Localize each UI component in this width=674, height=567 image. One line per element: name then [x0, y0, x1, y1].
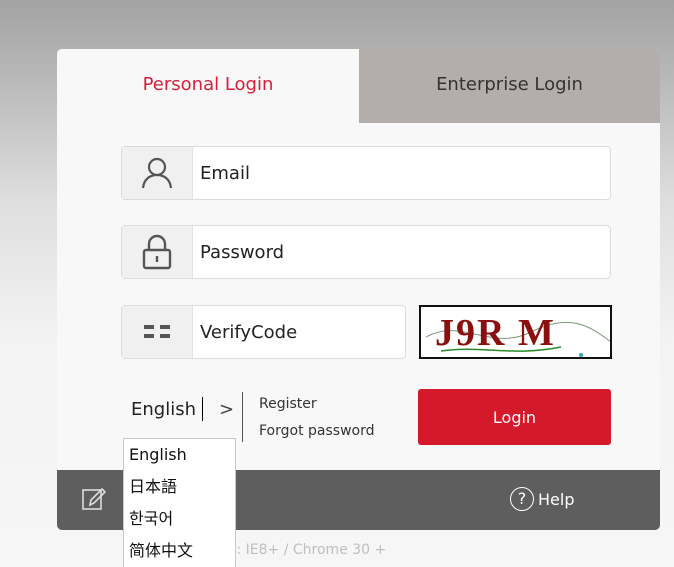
divider — [242, 392, 243, 442]
language-option[interactable]: 한국어 — [124, 503, 235, 535]
forgot-password-link[interactable]: Forgot password — [259, 423, 375, 439]
email-placeholder: Email — [200, 163, 250, 184]
captcha-image[interactable]: J9R M — [419, 305, 612, 359]
language-option[interactable]: 日本語 — [124, 471, 235, 503]
language-dropdown: English 日本語 한국어 简体中文 — [123, 438, 236, 567]
chevron-right-icon[interactable]: > — [219, 399, 234, 420]
edit-icon[interactable] — [81, 486, 107, 516]
tab-personal-login[interactable]: Personal Login — [57, 49, 359, 123]
register-link[interactable]: Register — [259, 396, 317, 412]
help-icon: ? — [510, 487, 534, 511]
lock-icon — [122, 226, 193, 278]
help-button[interactable]: ? Help — [510, 485, 574, 513]
help-label: Help — [538, 489, 575, 509]
language-option[interactable]: 简体中文 — [124, 535, 235, 567]
verify-code-field[interactable]: VerifyCode — [121, 305, 406, 359]
login-button[interactable]: Login — [418, 389, 611, 445]
user-icon — [122, 147, 193, 199]
code-icon — [122, 306, 193, 358]
email-field[interactable]: Email — [121, 146, 611, 200]
password-field[interactable]: Password — [121, 225, 611, 279]
password-placeholder: Password — [200, 242, 285, 263]
tab-enterprise-login[interactable]: Enterprise Login — [359, 49, 660, 123]
language-select[interactable]: English — [131, 399, 196, 420]
language-option[interactable]: English — [124, 439, 235, 471]
text-caret — [202, 397, 203, 421]
captcha-text: J9R M — [435, 312, 556, 354]
verify-code-placeholder: VerifyCode — [200, 322, 298, 343]
